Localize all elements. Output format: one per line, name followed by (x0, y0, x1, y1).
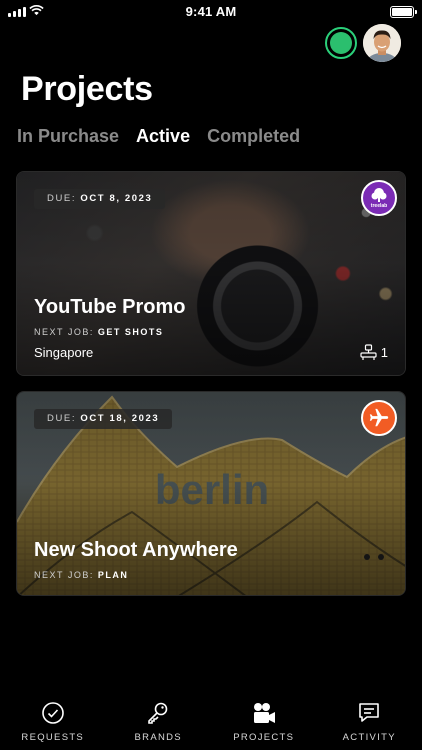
next-job-value: GET SHOTS (97, 327, 164, 337)
next-job: NEXT JOB: GET SHOTS (34, 327, 164, 337)
next-job: NEXT JOB: PLAN (34, 570, 129, 580)
check-circle-icon (40, 700, 66, 726)
crew-count: 1 (360, 344, 388, 361)
due-badge: DUE: OCT 8, 2023 (34, 189, 166, 209)
tab-active[interactable]: Active (136, 126, 190, 147)
online-status-indicator[interactable] (325, 27, 357, 59)
tab-requests[interactable]: REQUESTS (0, 694, 106, 750)
battery-icon (390, 6, 417, 18)
tab-in-purchase[interactable]: In Purchase (17, 126, 119, 147)
project-card-youtube-promo[interactable]: DUE: OCT 8, 2023 treelab YouTube Promo N… (16, 171, 406, 376)
airplane-icon[interactable] (361, 400, 397, 436)
due-badge: DUE: OCT 18, 2023 (34, 409, 173, 429)
crew-icon (360, 344, 377, 360)
avatar[interactable] (363, 24, 401, 62)
key-icon (145, 700, 171, 726)
status-bar: 9:41 AM (0, 0, 422, 24)
due-date: OCT 18, 2023 (80, 413, 160, 424)
bottom-tab-bar: REQUESTS BRANDS PROJECTS ACTIVITY (0, 694, 422, 750)
tab-completed[interactable]: Completed (207, 126, 300, 147)
brand-text: treelab (370, 203, 388, 209)
project-card-new-shoot-anywhere[interactable]: berlin DUE: OCT 18, 2023 New Shoot Anywh… (16, 391, 406, 596)
due-label: DUE: (47, 193, 77, 204)
due-label: DUE: (47, 413, 77, 424)
due-date: OCT 8, 2023 (80, 193, 153, 204)
project-title: YouTube Promo (34, 296, 186, 318)
page-title: Projects (21, 70, 153, 108)
tab-brands[interactable]: BRANDS (106, 694, 212, 750)
tab-projects[interactable]: PROJECTS (211, 694, 317, 750)
project-title: New Shoot Anywhere (34, 539, 238, 561)
project-location: Singapore (34, 345, 94, 360)
chat-icon (356, 700, 382, 726)
tab-activity[interactable]: ACTIVITY (317, 694, 422, 750)
video-camera-icon (251, 700, 277, 726)
next-job-value: PLAN (97, 570, 129, 580)
treelab-logo[interactable]: treelab (361, 180, 397, 216)
status-time: 9:41 AM (185, 4, 237, 19)
project-tabs: In Purchase Active Completed (17, 126, 300, 147)
